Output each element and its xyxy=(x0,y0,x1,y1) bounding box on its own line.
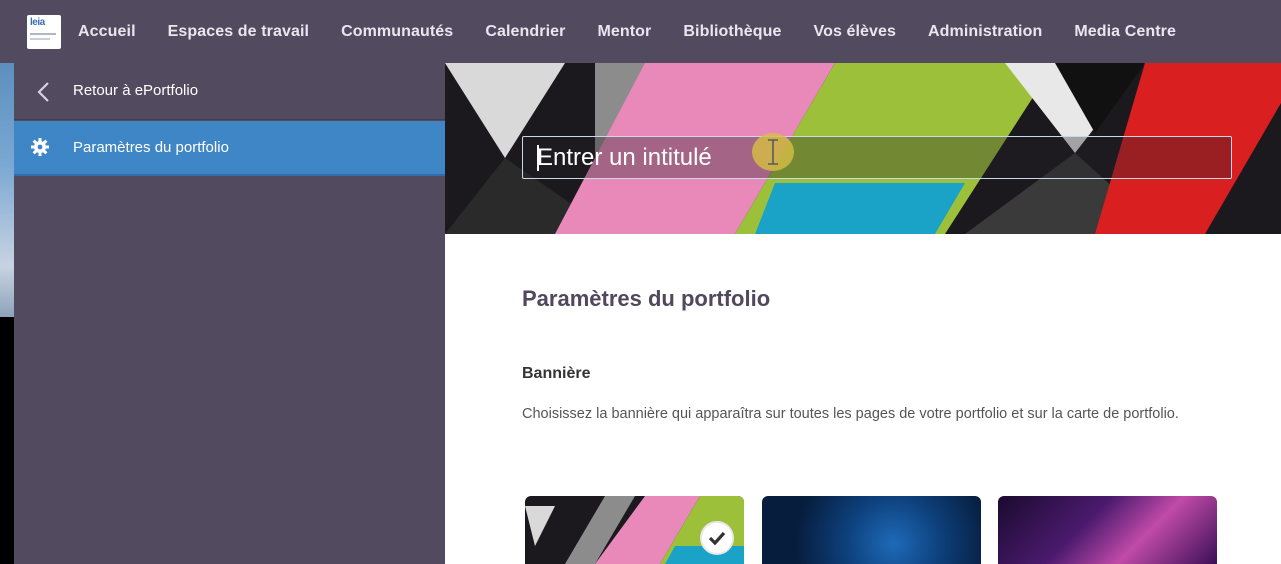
sidebar-item-portfolio-settings[interactable]: Paramètres du portfolio xyxy=(14,121,445,176)
nav-menu: Accueil Espaces de travail Communautés C… xyxy=(61,0,1192,63)
nav-item-accueil[interactable]: Accueil xyxy=(61,23,152,41)
gear-icon xyxy=(31,138,49,156)
desktop-background-strip xyxy=(0,63,14,564)
nav-item-media-centre[interactable]: Media Centre xyxy=(1058,23,1192,41)
nav-item-administration[interactable]: Administration xyxy=(912,23,1058,41)
settings-content: Paramètres du portfolio Bannière Choisis… xyxy=(445,234,1281,564)
logo-decoration xyxy=(30,38,50,40)
checkmark-icon xyxy=(708,531,726,546)
back-to-eportfolio-link[interactable]: Retour à ePortfolio xyxy=(14,63,445,120)
banner-option-blue-network[interactable] xyxy=(762,496,981,564)
nav-item-bibliotheque[interactable]: Bibliothèque xyxy=(667,23,797,41)
nav-item-mentor[interactable]: Mentor xyxy=(581,23,667,41)
sidebar-item-label: Paramètres du portfolio xyxy=(73,139,229,156)
page-title: Paramètres du portfolio xyxy=(522,286,771,311)
nav-item-calendrier[interactable]: Calendrier xyxy=(469,23,581,41)
nav-item-communautes[interactable]: Communautés xyxy=(325,23,469,41)
banner-option-geometric[interactable] xyxy=(525,496,744,564)
selected-badge xyxy=(700,521,734,555)
background-photo xyxy=(0,63,14,317)
nav-item-espaces-de-travail[interactable]: Espaces de travail xyxy=(152,23,325,41)
top-navigation-bar: leia Accueil Espaces de travail Communau… xyxy=(0,0,1281,63)
nav-item-vos-eleves[interactable]: Vos élèves xyxy=(797,23,912,41)
banner-title-input[interactable] xyxy=(522,136,1232,179)
sidebar: Retour à ePortfolio Paramètres du portfo… xyxy=(14,63,445,564)
logo-text: leia xyxy=(30,17,45,28)
text-caret xyxy=(537,145,539,171)
section-description: Choisissez la bannière qui apparaîtra su… xyxy=(522,406,1179,422)
chevron-left-icon xyxy=(37,82,49,102)
leia-logo[interactable]: leia xyxy=(27,15,61,49)
back-label: Retour à ePortfolio xyxy=(73,82,199,99)
i-beam-cursor-icon xyxy=(768,139,778,165)
section-title-banner: Bannière xyxy=(522,365,591,382)
banner-option-purple-light[interactable] xyxy=(998,496,1217,564)
logo-decoration xyxy=(30,33,56,35)
